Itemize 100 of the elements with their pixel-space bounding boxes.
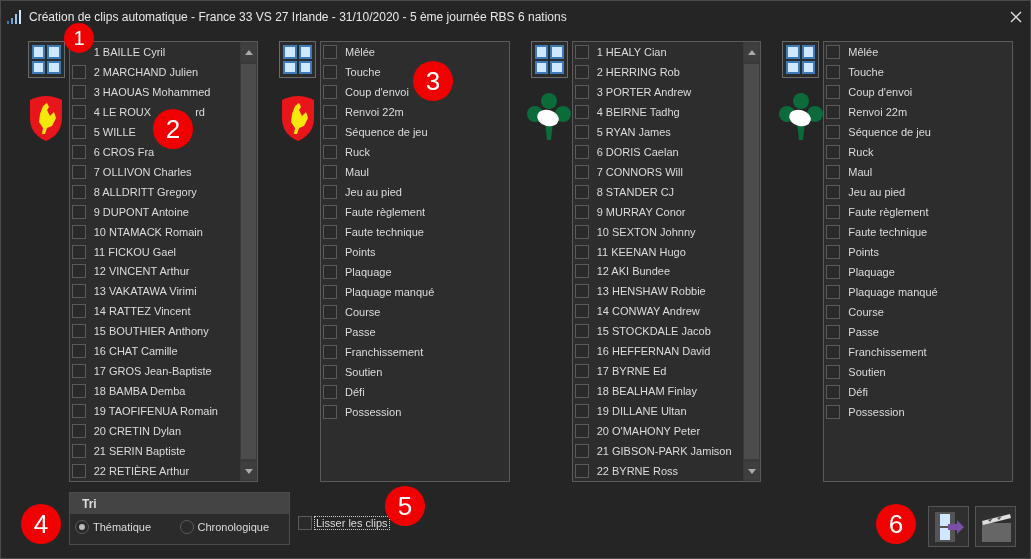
- list-item-label[interactable]: 9 DUPONT Antoine: [93, 205, 189, 218]
- checkbox[interactable]: [71, 304, 86, 319]
- list-item-label[interactable]: 11 KEENAN Hugo: [596, 245, 686, 258]
- list-item-label[interactable]: 18 BEALHAM Finlay: [596, 385, 697, 398]
- scrollbar[interactable]: [240, 42, 258, 481]
- list-item-label[interactable]: Faute technique: [345, 226, 424, 238]
- select-all-grid-button[interactable]: [530, 41, 568, 78]
- list-item-label[interactable]: 5 RYAN James: [596, 125, 671, 138]
- checkbox[interactable]: [574, 144, 589, 159]
- list-item-label[interactable]: Course: [848, 306, 884, 318]
- list-item-label[interactable]: Franchissement: [848, 346, 927, 358]
- list-item-label[interactable]: 2 HERRING Rob: [596, 65, 680, 78]
- list-item-label[interactable]: 2 MARCHAND Julien: [93, 65, 199, 78]
- checkbox[interactable]: [323, 105, 338, 119]
- list-item-label[interactable]: Touche: [848, 66, 884, 78]
- list-item-label[interactable]: Franchissement: [345, 346, 424, 358]
- list-item-label[interactable]: Renvoi 22m: [345, 106, 404, 118]
- checkbox[interactable]: [71, 224, 86, 239]
- list-item-label[interactable]: Séquence de jeu: [848, 126, 931, 138]
- checkbox[interactable]: [71, 324, 86, 339]
- checkbox[interactable]: [574, 224, 589, 239]
- list-item-label[interactable]: Points: [848, 246, 879, 258]
- checkbox[interactable]: [826, 325, 841, 339]
- list-item-label[interactable]: 13 VAKATAWA Virimi: [93, 285, 197, 298]
- checkbox[interactable]: [323, 305, 338, 319]
- checkbox[interactable]: [826, 345, 841, 359]
- checkbox[interactable]: [323, 225, 338, 239]
- list-item-label[interactable]: Maul: [345, 166, 369, 178]
- checkbox[interactable]: [71, 164, 86, 179]
- checkbox[interactable]: [323, 145, 338, 159]
- select-all-grid-button[interactable]: [279, 41, 317, 78]
- list-item-label[interactable]: 6 CROS Fra: [93, 145, 155, 158]
- list-item-label[interactable]: 17 BYRNE Ed: [596, 365, 667, 378]
- list-item-label[interactable]: Faute technique: [848, 226, 928, 238]
- list-item-label[interactable]: Possession: [848, 406, 905, 418]
- checkbox[interactable]: [323, 405, 338, 419]
- list-item-label[interactable]: Défi: [345, 386, 365, 398]
- checkbox[interactable]: [826, 225, 841, 239]
- list-item-label[interactable]: 22 RETIÈRE Arthur: [93, 465, 190, 477]
- checkbox[interactable]: [323, 85, 338, 99]
- list-item-label[interactable]: 6 DORIS Caelan: [596, 145, 679, 158]
- list-item-label[interactable]: 22 BYRNE Ross: [596, 465, 678, 477]
- checkbox[interactable]: [71, 264, 86, 279]
- list-item-label[interactable]: Faute règlement: [345, 206, 426, 218]
- list-item-label[interactable]: Ruck: [345, 146, 371, 158]
- checkbox[interactable]: [826, 245, 841, 259]
- list-item-label[interactable]: 15 STOCKDALE Jacob: [596, 325, 711, 338]
- list-item-label[interactable]: Séquence de jeu: [345, 126, 428, 138]
- list-item-label[interactable]: 9 MURRAY Conor: [596, 205, 686, 218]
- list-item-label[interactable]: Ruck: [848, 146, 874, 158]
- checkbox[interactable]: [826, 205, 841, 219]
- list-item-label[interactable]: Jeu au pied: [345, 186, 402, 198]
- list-item-label[interactable]: 20 CRETIN Dylan: [93, 425, 182, 438]
- checkbox[interactable]: [71, 364, 86, 379]
- list-item-label[interactable]: 3 HAOUAS Mohammed: [93, 85, 211, 98]
- checkbox[interactable]: [323, 45, 338, 59]
- list-item-label[interactable]: Possession: [345, 406, 402, 418]
- checkbox[interactable]: [574, 324, 589, 339]
- list-item-label[interactable]: 16 HEFFERNAN David: [596, 345, 711, 358]
- checkbox[interactable]: [71, 184, 86, 199]
- list-item-label[interactable]: rd: [195, 105, 205, 118]
- scrollbar[interactable]: [743, 42, 761, 481]
- scroll-down-icon[interactable]: [747, 468, 756, 474]
- checkbox[interactable]: [323, 265, 338, 279]
- checkbox[interactable]: [323, 185, 338, 199]
- radio-button[interactable]: [179, 520, 194, 534]
- scroll-up-icon[interactable]: [244, 49, 253, 55]
- checkbox[interactable]: [323, 345, 338, 359]
- list-item-label[interactable]: 1 HEALY Cian: [596, 45, 667, 58]
- checkbox[interactable]: [323, 245, 338, 259]
- list-item-label[interactable]: 1 BAILLE Cyril: [93, 45, 166, 58]
- checkbox-label[interactable]: Lisser les clips: [314, 516, 390, 530]
- checkbox[interactable]: [574, 164, 589, 179]
- checkbox[interactable]: [71, 204, 86, 219]
- list-item-label[interactable]: Défi: [848, 386, 868, 398]
- list-item-label[interactable]: Coup d'envoi: [345, 86, 409, 98]
- list-item-label[interactable]: 8 ALLDRITT Gregory: [93, 185, 197, 198]
- checkbox[interactable]: [323, 285, 338, 299]
- checkbox[interactable]: [71, 344, 86, 359]
- list-item-label[interactable]: Plaquage: [848, 266, 895, 278]
- radio-button[interactable]: [75, 520, 89, 534]
- list-item-label[interactable]: Course: [345, 306, 381, 318]
- checkbox[interactable]: [71, 124, 86, 139]
- list-item-label[interactable]: 19 TAOFIFENUA Romain: [93, 405, 218, 418]
- list-item-label[interactable]: 16 CHAT Camille: [93, 345, 178, 358]
- checkbox[interactable]: [574, 244, 589, 259]
- list-item-label[interactable]: 4 BEIRNE Tadhg: [596, 105, 680, 118]
- list-item-label[interactable]: 8 STANDER CJ: [596, 185, 675, 198]
- list-item-label[interactable]: 5 WILLE: [93, 125, 136, 138]
- list-item-label[interactable]: 7 OLLIVON Charles: [93, 165, 192, 178]
- list-item-label[interactable]: 15 BOUTHIER Anthony: [93, 325, 209, 338]
- list-item-label[interactable]: Plaquage manqué: [345, 286, 435, 298]
- checkbox[interactable]: [71, 444, 86, 459]
- list-item-label[interactable]: 12 VINCENT Arthur: [93, 265, 190, 278]
- radio-label[interactable]: Chronologique: [197, 521, 270, 533]
- list-item-label[interactable]: 4 LE ROUX: [93, 105, 152, 118]
- clapperboard-button[interactable]: [975, 506, 1016, 547]
- checkbox[interactable]: [71, 104, 86, 119]
- select-all-grid-button[interactable]: [782, 41, 820, 78]
- checkbox[interactable]: [826, 185, 841, 199]
